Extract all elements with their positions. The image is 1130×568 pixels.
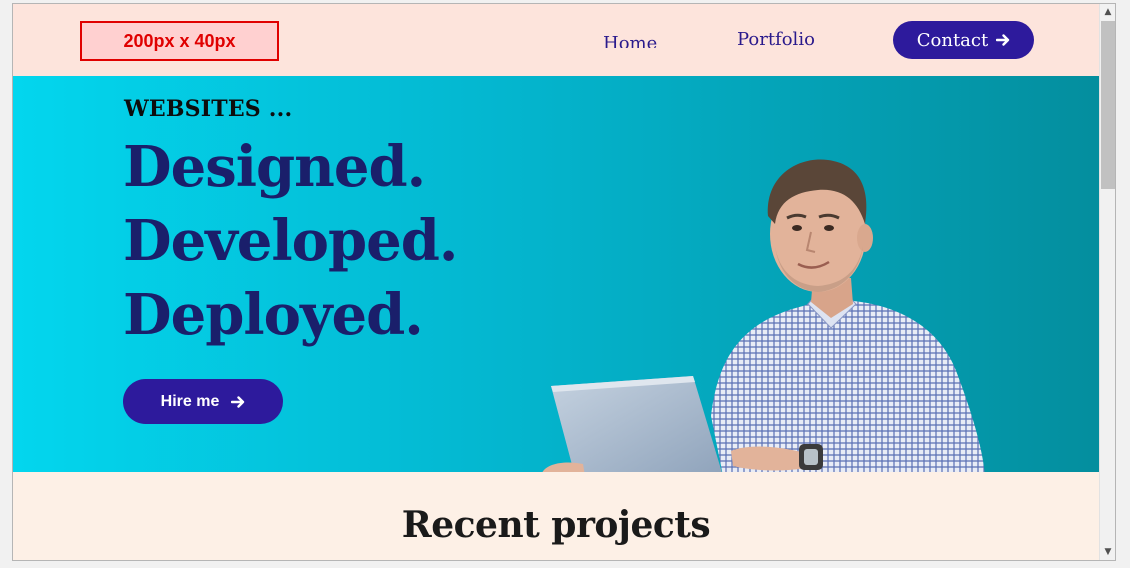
page-viewport: 200px x 40px Home Portfolio Contact WEBS… [13,4,1099,560]
scroll-down-icon[interactable]: ▼ [1100,544,1115,560]
logo-placeholder[interactable]: 200px x 40px [80,21,279,61]
arrow-right-icon [231,395,245,408]
hero-headline-line-3: Deployed. [123,282,424,348]
nav-home-link[interactable]: Home [603,30,657,51]
vertical-scrollbar[interactable]: ▲ ▼ [1099,4,1115,560]
arrow-right-icon [996,34,1010,46]
section-title: Recent projects [401,504,711,546]
hero-headline-line-2: Developed. [123,208,458,274]
hero-kicker: WEBSITES ... [124,96,293,122]
contact-button-label: Contact [916,29,989,51]
hire-me-button[interactable]: Hire me [123,379,283,424]
hero-headline-line-1: Designed. [123,134,426,200]
contact-button[interactable]: Contact [893,21,1034,59]
nav-portfolio-link[interactable]: Portfolio [737,29,815,50]
scroll-up-icon[interactable]: ▲ [1100,4,1115,20]
hero-person-image [542,159,985,472]
browser-window: 200px x 40px Home Portfolio Contact WEBS… [12,3,1116,561]
site-header: 200px x 40px Home Portfolio Contact [13,4,1099,76]
hire-me-label: Hire me [160,392,220,410]
hero-section: WEBSITES ... Designed. Developed. Deploy… [13,76,1099,472]
recent-projects-section: Recent projects [13,472,1099,560]
scrollbar-thumb[interactable] [1101,21,1115,189]
